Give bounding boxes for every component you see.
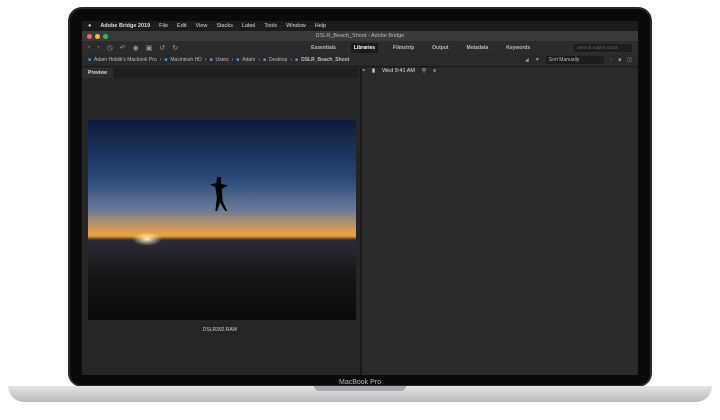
breadcrumb-item[interactable]: Users [216, 57, 229, 63]
breadcrumb-item[interactable]: Macintosh HD [170, 57, 201, 63]
new-folder-icon[interactable]: ■ [618, 57, 621, 63]
folder-icon: ■ [263, 57, 267, 63]
breadcrumb-separator: › [290, 57, 293, 63]
clock[interactable]: Wed 9:41 AM [382, 68, 415, 375]
menu-tools[interactable]: Tools [264, 23, 277, 29]
screen: ● Adobe Bridge 2019 File Edit View Stacks La… [82, 21, 638, 375]
breadcrumb-item[interactable]: DSLR_Beach_Shoot [301, 57, 349, 63]
menu-help[interactable]: Help [315, 23, 326, 29]
app-menu[interactable]: Adobe Bridge 2019 [100, 23, 150, 29]
sort-direction-icon[interactable]: ↑ [610, 57, 613, 63]
menu-view[interactable]: View [196, 23, 208, 29]
menu-bar: ● Adobe Bridge 2019 File Edit View Stacks La… [82, 21, 638, 375]
preview-panel: Preview DSLR392.RAW [82, 68, 358, 375]
menu-edit[interactable]: Edit [177, 23, 186, 29]
battery-icon[interactable]: ▮ [372, 68, 375, 375]
preview-filename: DSLR392.RAW [202, 327, 238, 333]
folder-icon: ■ [236, 57, 240, 63]
wifi-icon[interactable]: ≈ [362, 68, 365, 375]
filter-icon[interactable]: ▼ [535, 57, 540, 63]
workspace-filmstrip[interactable]: Filmstrip [390, 43, 417, 53]
rating-filter-icon[interactable]: ◢ [525, 57, 529, 63]
window-title: DSLR_Beach_Shoot - Adobe Bridge [315, 33, 405, 39]
sort-select[interactable]: Sort Manually [545, 56, 604, 64]
search-adobe-stock-input[interactable]: Search Adobe Stock [574, 43, 632, 52]
breadcrumb-separator: › [258, 57, 260, 63]
breadcrumb-item[interactable]: Desktop [269, 57, 287, 63]
menu-label[interactable]: Label [242, 23, 255, 29]
tab-preview[interactable]: Preview [82, 68, 113, 78]
rotate-left-icon[interactable]: ↺ [159, 44, 165, 52]
trash-icon[interactable]: ◫ [627, 57, 632, 63]
laptop-notch [314, 386, 406, 391]
forward-icon[interactable]: › [97, 44, 99, 52]
folder-icon: ■ [164, 57, 168, 63]
folder-icon: ■ [88, 57, 92, 63]
breadcrumb-item[interactable]: Adam [242, 57, 255, 63]
apple-icon[interactable]: ● [88, 23, 91, 29]
path-bar: ■ Adam Hoblik's Macbook Pro › ■ Macintosh HD… [82, 54, 638, 67]
breadcrumb-separator: › [204, 57, 207, 63]
menu-file[interactable]: File [159, 23, 168, 29]
refine-icon[interactable]: ▣ [146, 44, 153, 52]
folder-icon: ■ [209, 57, 213, 63]
workspace-essentials[interactable]: Essentials [308, 43, 339, 53]
title-bar: DSLR_Beach_Shoot - Adobe Bridge [82, 31, 638, 41]
breadcrumb-item[interactable]: Adam Hoblik's Macbook Pro [94, 57, 157, 63]
camera-icon[interactable]: ◉ [133, 44, 139, 52]
boomerang-icon[interactable]: ↶ [120, 44, 126, 52]
workspace-keywords[interactable]: Keywords [503, 43, 533, 53]
device-label: MacBook Pro [338, 379, 382, 386]
breadcrumb-separator: › [159, 57, 162, 63]
rotate-right-icon[interactable]: ↻ [172, 44, 178, 52]
toolbar: ‹ › ◷ ↶ ◉ ▣ ↺ ↻ Essentials Libraries Filmstrip Out… [82, 41, 638, 54]
workspace-output[interactable]: Output [429, 43, 451, 53]
workspace-metadata[interactable]: Metadata [464, 43, 492, 53]
recent-icon[interactable]: ◷ [107, 44, 113, 52]
breadcrumb-separator: › [231, 57, 234, 63]
preview-image [88, 120, 356, 320]
workspace-libraries[interactable]: Libraries [350, 42, 379, 53]
menu-window[interactable]: Window [286, 23, 306, 29]
folder-icon: ■ [295, 57, 299, 63]
spotlight-icon[interactable]: ⚲ [422, 68, 426, 375]
menu-stacks[interactable]: Stacks [216, 23, 233, 29]
menu-list-icon[interactable]: ≡ [433, 68, 436, 375]
back-icon[interactable]: ‹ [88, 44, 90, 52]
